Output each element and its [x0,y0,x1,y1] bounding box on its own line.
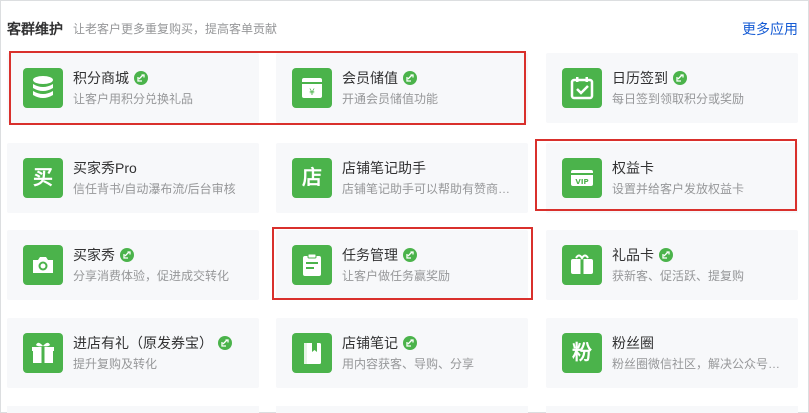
app-card-shop-note-assistant[interactable]: 店 店铺笔记助手 店铺笔记助手可以帮助有赞商家快速创作 [276,143,528,213]
app-card-desc: 粉丝圈微信社区，解决公众号粉丝互动 [612,357,790,371]
app-card-name: 进店有礼（原发券宝） [73,335,213,351]
gift-box-icon [23,333,63,373]
link-icon [673,71,687,85]
app-card-name: 任务管理 [342,247,398,263]
app-card-desc: 提升复购及转化 [73,357,158,371]
app-card-points-mall[interactable]: 积分商城 让客户用积分兑换礼品 [7,53,259,123]
app-card-desc: 让客户用积分兑换礼品 [73,92,194,106]
app-card-partial [276,406,528,413]
app-card-desc: 获新客、促活跃、提复购 [612,269,745,283]
vip-card-icon: VIP [562,158,602,198]
app-card-desc: 开通会员储值功能 [342,92,439,106]
link-icon [134,71,148,85]
coin-stack-icon [23,68,63,108]
app-card-member-deposit[interactable]: ¥ 会员储值 开通会员储值功能 [276,53,528,123]
app-card-desc: 让客户做任务赢奖励 [342,269,451,283]
link-icon [659,248,673,262]
app-card-name: 店铺笔记助手 [342,160,426,176]
link-icon [120,248,134,262]
more-apps-link[interactable]: 更多应用 [742,19,798,39]
section-header: 客群维护 让老客户更多重复购买，提高客单贡献 更多应用 [7,19,800,39]
app-card-desc: 设置并给客户发放权益卡 [612,182,745,196]
app-card-desc: 信任背书/自动瀑布流/后台审核 [73,182,236,196]
app-card-desc: 用内容获客、导购、分享 [342,357,475,371]
app-card-desc: 每日签到领取积分或奖励 [612,92,745,106]
app-card-shop-note[interactable]: 店铺笔记 用内容获客、导购、分享 [276,318,528,388]
app-card-task-management[interactable]: 任务管理 让客户做任务赢奖励 [276,230,528,300]
link-icon [403,336,417,350]
shop-glyph-icon: 店 [292,158,332,198]
app-card-benefit-card[interactable]: VIP 权益卡 设置并给客户发放权益卡 [546,143,798,213]
section-subtitle: 让老客户更多重复购买，提高客单贡献 [73,22,278,36]
app-card-buyer-show[interactable]: 买家秀 分享消费体验，促进成交转化 [7,230,259,300]
link-icon [403,71,417,85]
fan-glyph-icon: 粉 [562,333,602,373]
app-card-desc: 分享消费体验，促进成交转化 [73,269,230,283]
app-card-buyer-show-pro[interactable]: 买 买家秀Pro 信任背书/自动瀑布流/后台审核 [7,143,259,213]
app-card-calendar-checkin[interactable]: 日历签到 每日签到领取积分或奖励 [546,53,798,123]
app-card-name: 粉丝圈 [612,335,654,351]
app-card-name: 买家秀 [73,247,115,263]
app-card-name: 会员储值 [342,70,398,86]
svg-text:VIP: VIP [575,178,588,186]
app-card-name: 日历签到 [612,70,668,86]
link-icon [218,336,232,350]
section-title: 客群维护 [7,21,63,37]
clipboard-icon [292,245,332,285]
yen-card-icon: ¥ [292,68,332,108]
app-panel: 客群维护 让老客户更多重复购买，提高客单贡献 更多应用 积分商城 让客户用积分兑… [0,0,809,413]
buy-glyph-icon: 买 [23,158,63,198]
gift-card-icon [562,245,602,285]
camera-icon [23,245,63,285]
app-card-store-gift[interactable]: 进店有礼（原发券宝） 提升复购及转化 [7,318,259,388]
app-card-name: 权益卡 [612,160,654,176]
app-card-name: 积分商城 [73,70,129,86]
app-card-desc: 店铺笔记助手可以帮助有赞商家快速创作 [342,182,520,196]
app-card-partial [546,406,798,413]
app-card-gift-card[interactable]: 礼品卡 获新客、促活跃、提复购 [546,230,798,300]
app-card-fan-circle[interactable]: 粉 粉丝圈 粉丝圈微信社区，解决公众号粉丝互动 [546,318,798,388]
link-icon [403,248,417,262]
app-card-name: 店铺笔记 [342,335,398,351]
app-card-name: 买家秀Pro [73,160,137,176]
app-card-partial [7,406,259,413]
calendar-check-icon [562,68,602,108]
notebook-icon [292,333,332,373]
svg-text:¥: ¥ [309,88,315,98]
app-card-name: 礼品卡 [612,247,654,263]
